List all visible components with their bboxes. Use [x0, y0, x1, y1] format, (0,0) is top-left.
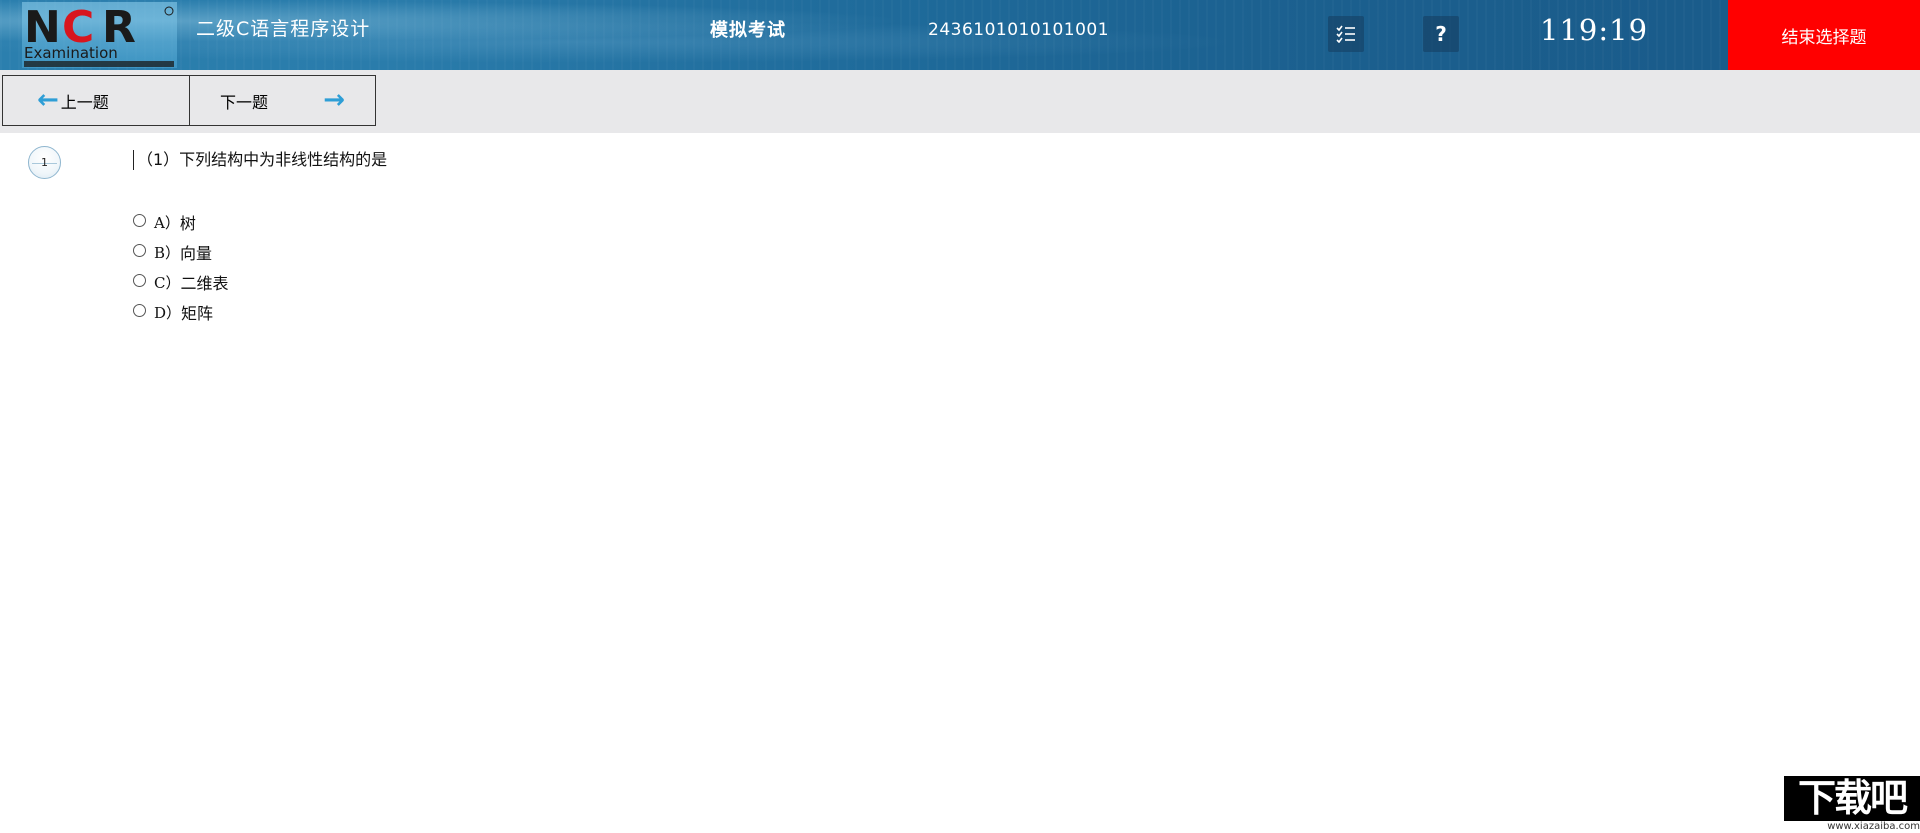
next-question-button[interactable]: 下一题 → [189, 75, 376, 126]
question-list-button[interactable] [1328, 16, 1364, 52]
radio-button[interactable] [133, 304, 146, 317]
question-mark-icon: ? [1435, 22, 1447, 46]
previous-question-label: 上一题 [60, 92, 109, 112]
svg-text:Examination: Examination [24, 44, 118, 62]
option-letter: C） [154, 273, 181, 292]
end-section-label: 结束选择题 [1781, 27, 1867, 48]
help-button[interactable]: ? [1423, 16, 1459, 52]
question-number-badge: 1 [28, 146, 61, 179]
site-watermark: 下载吧 www.xiazaiba.com [1784, 776, 1920, 833]
option-text: 树 [179, 214, 196, 233]
countdown-timer: 119:19 [1540, 13, 1649, 47]
question-number: 1 [41, 156, 48, 169]
option-letter: D） [154, 303, 182, 322]
option-letter: A） [154, 213, 180, 232]
radio-button[interactable] [133, 244, 146, 257]
option-b[interactable]: B） 向量 [133, 237, 229, 267]
exam-mode-label: 模拟考试 [710, 20, 786, 41]
exam-id: 2436101010101001 [928, 20, 1110, 40]
subject-title: 二级C语言程序设计 [196, 18, 371, 40]
option-letter: B） [154, 243, 181, 262]
question-text: （1）下列结构中为非线性结构的是 [133, 150, 387, 170]
ncre-logo: N C R Examination [22, 2, 177, 68]
top-bar: N C R Examination 二级C语言程序设计 模拟考试 2436101… [0, 0, 1920, 70]
end-section-button[interactable]: 结束选择题 [1728, 0, 1920, 70]
radio-button[interactable] [133, 274, 146, 287]
navigation-toolbar: ← 上一题 下一题 → [0, 70, 1920, 133]
answer-options: A） 树 B） 向量 C） 二维表 D） 矩阵 [133, 207, 229, 327]
checklist-icon [1336, 25, 1355, 43]
next-question-label: 下一题 [220, 92, 269, 112]
arrow-left-icon: ← [37, 84, 59, 115]
option-text: 向量 [180, 244, 213, 263]
option-text: 二维表 [180, 274, 229, 293]
option-a[interactable]: A） 树 [133, 207, 229, 237]
watermark-title: 下载吧 [1784, 776, 1920, 821]
arrow-right-icon: → [323, 85, 345, 115]
radio-button[interactable] [133, 214, 146, 227]
option-d[interactable]: D） 矩阵 [133, 297, 229, 327]
previous-question-button[interactable]: ← 上一题 [2, 75, 191, 126]
option-c[interactable]: C） 二维表 [133, 267, 229, 297]
watermark-url: www.xiazaiba.com [1827, 821, 1920, 832]
option-text: 矩阵 [181, 304, 214, 323]
